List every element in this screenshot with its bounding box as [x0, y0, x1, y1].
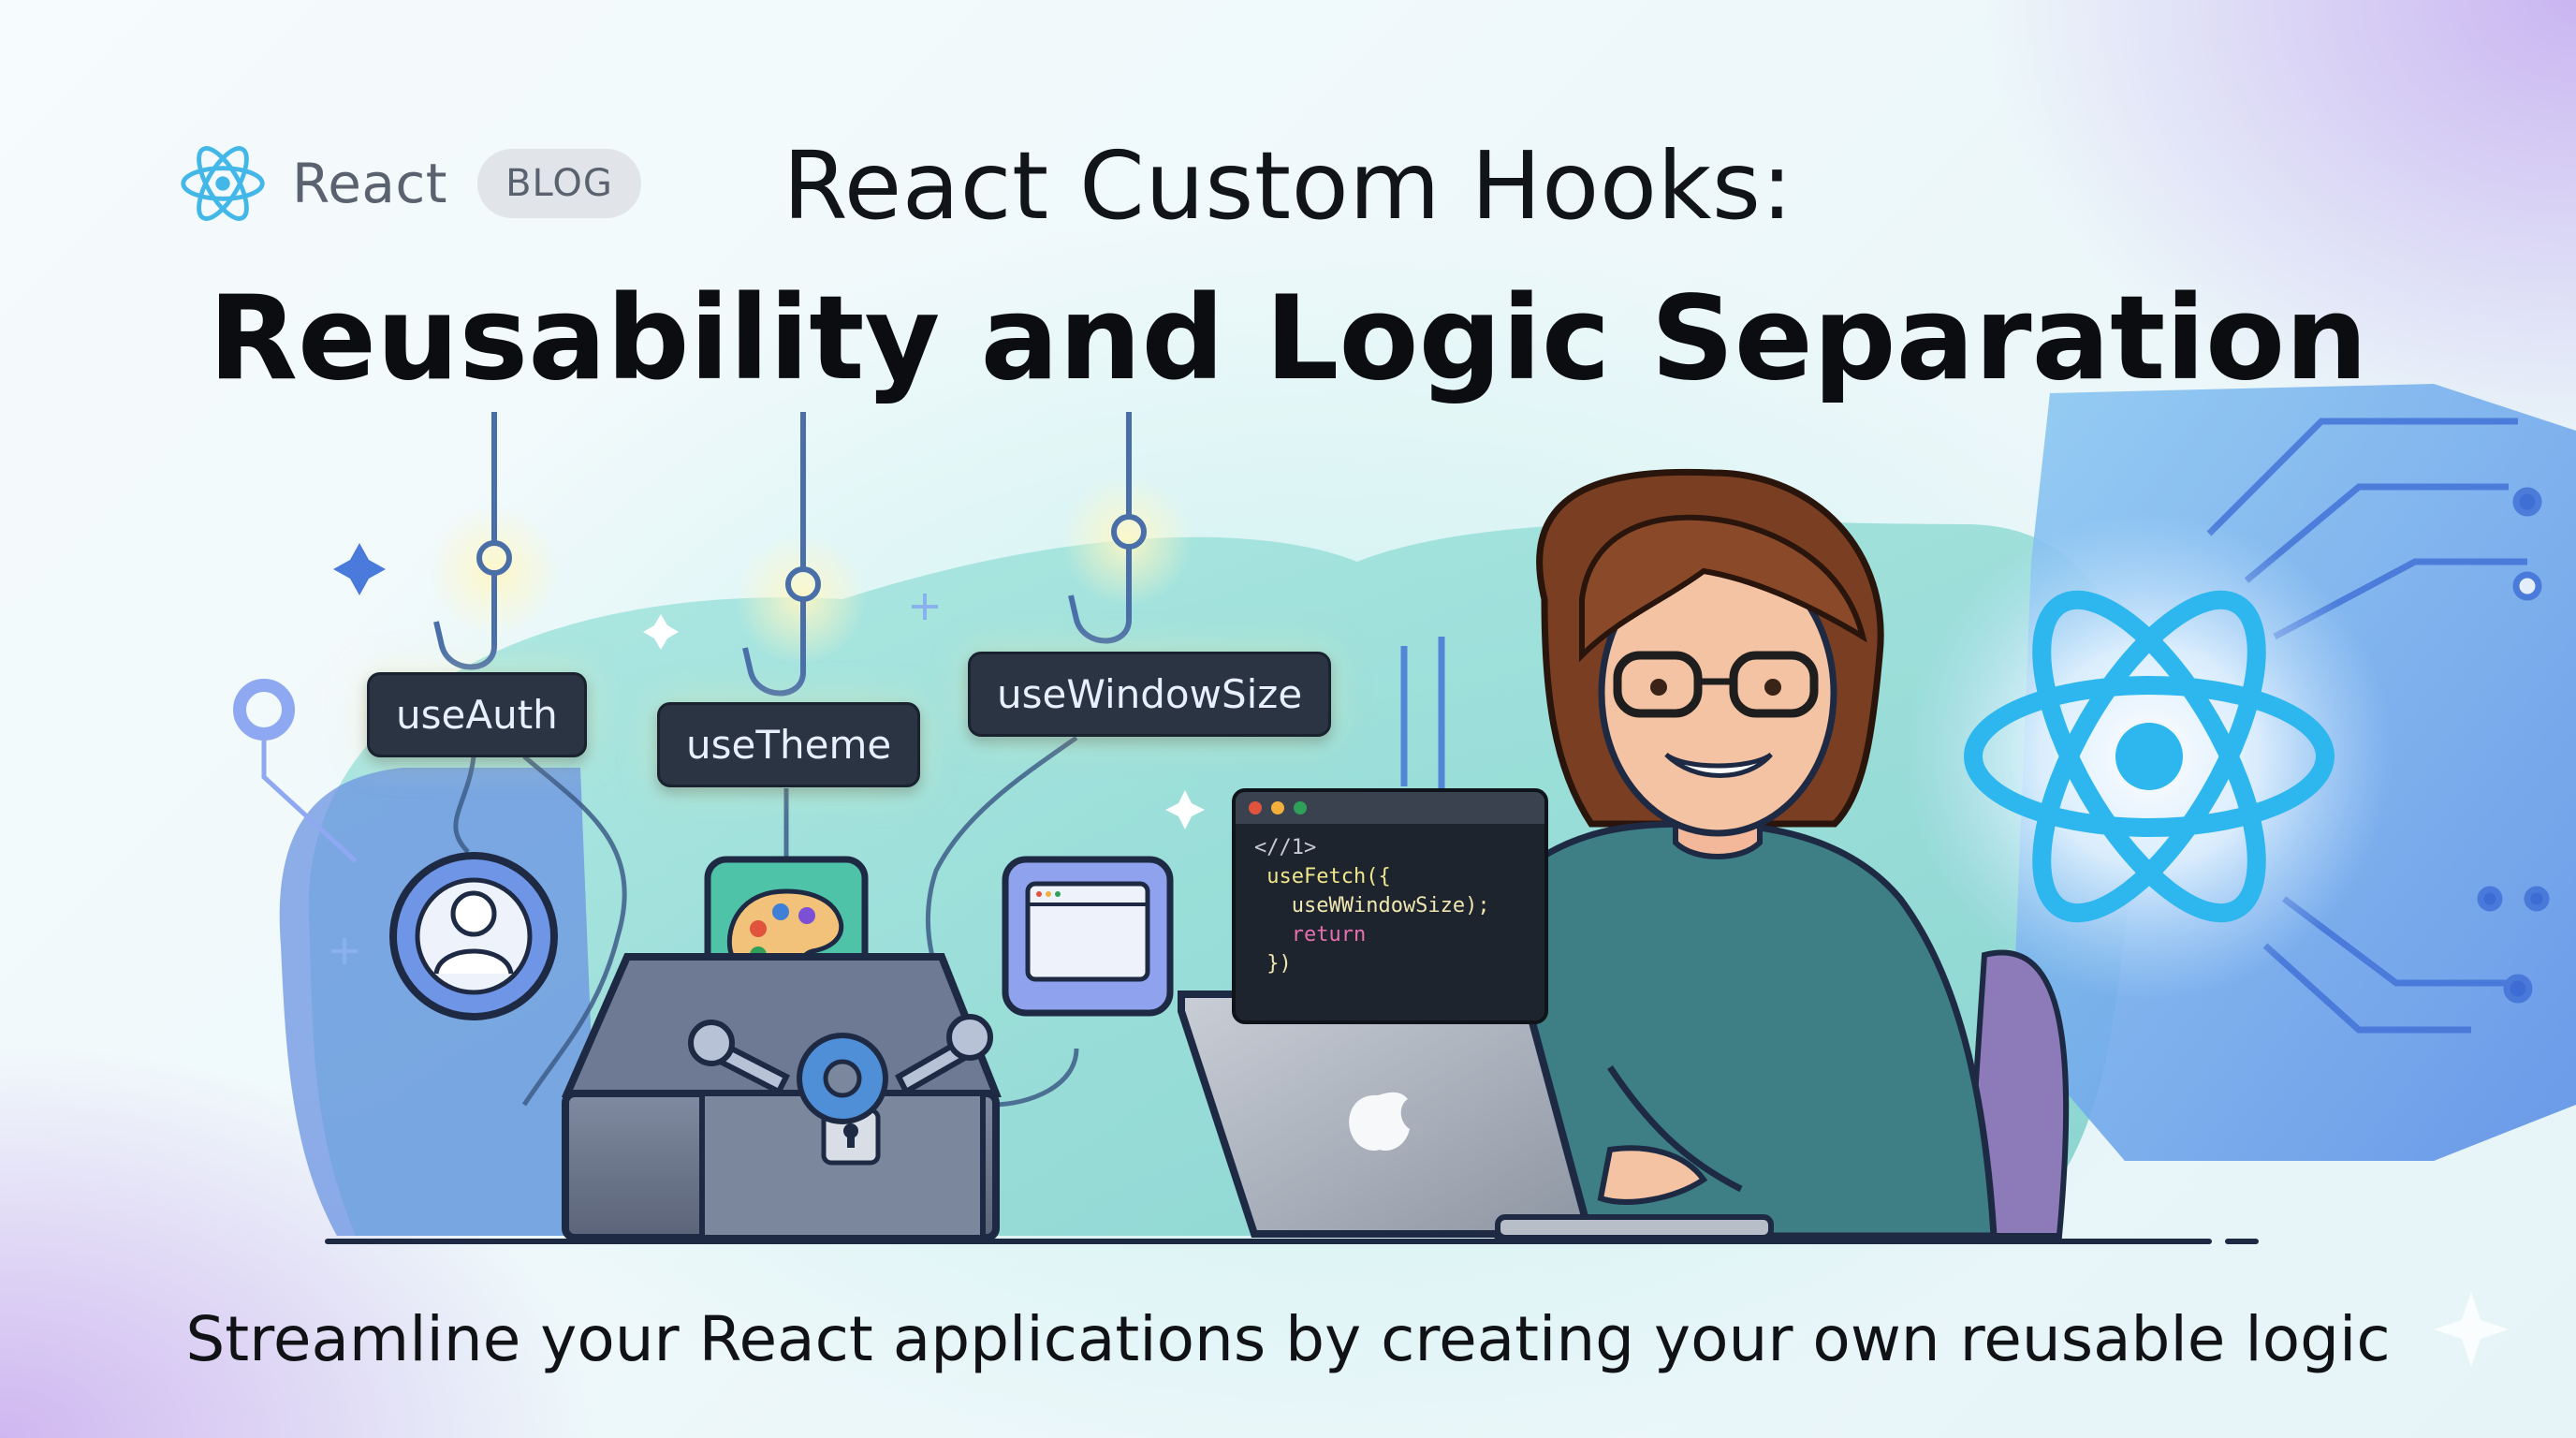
apple-logo-icon	[1349, 1092, 1410, 1152]
blog-banner: React BLOG React Custom Hooks: Reusabili…	[0, 0, 2576, 1438]
browser-window-icon	[1002, 856, 1174, 1017]
user-profile-icon	[389, 852, 558, 1020]
maximize-dot	[1294, 801, 1307, 814]
code-body: <//1> useFetch({ useWWindowSize); return…	[1236, 824, 1544, 988]
code-line: })	[1254, 952, 1292, 976]
code-titlebar	[1236, 792, 1544, 824]
code-line: return	[1254, 923, 1367, 946]
subtitle: Streamline your React applications by cr…	[185, 1303, 2391, 1375]
gear-icon	[797, 1033, 888, 1124]
code-line: useFetch({	[1254, 865, 1391, 888]
code-line: useWWindowSize);	[1254, 894, 1490, 917]
page-title-line2: Reusability and Logic Separation	[208, 271, 2368, 406]
hook-label-usewindowsize: useWindowSize	[968, 652, 1332, 737]
minimize-dot	[1271, 801, 1284, 814]
page-title-line1: React Custom Hooks:	[783, 131, 1793, 241]
code-editor-window: <//1> useFetch({ useWWindowSize); return…	[1232, 788, 1548, 1024]
toolbox-icon	[561, 953, 1002, 1241]
code-line: <//1>	[1254, 836, 1317, 859]
hook-label-usetheme: useTheme	[657, 702, 921, 787]
hook-label-useauth: useAuth	[367, 672, 587, 757]
close-dot	[1249, 801, 1262, 814]
